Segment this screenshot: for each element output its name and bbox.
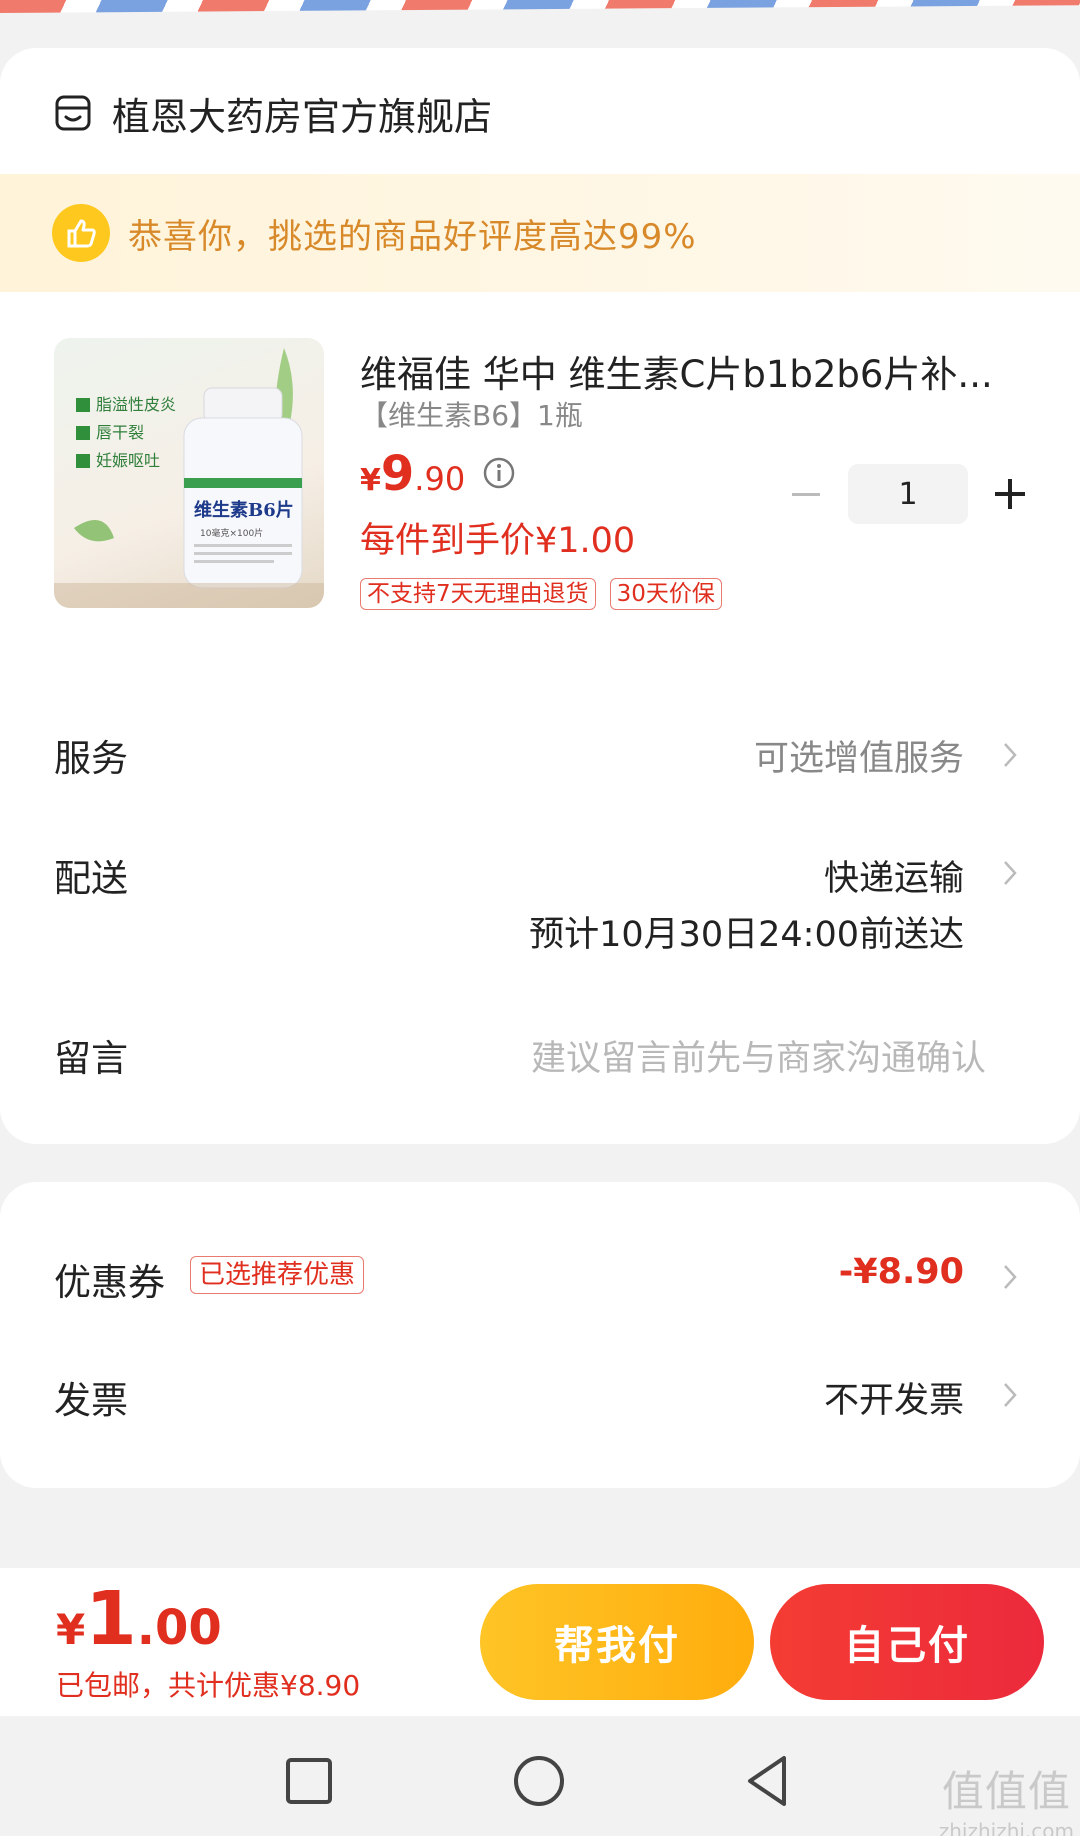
- message-input[interactable]: 建议留言前先与商家沟通确认: [531, 1030, 986, 1081]
- order-card: 植恩大药房官方旗舰店 恭喜你，挑选的商品好评度高达99% 脂溢性皮炎 唇干裂 妊…: [0, 48, 1080, 1144]
- decrement-button[interactable]: [786, 464, 826, 524]
- price-symbol: ¥: [360, 463, 381, 498]
- thumbs-up-icon: [52, 204, 110, 262]
- image-text-4: 维生素B6片: [194, 499, 294, 521]
- tag-no-return: 不支持7天无理由退货: [360, 578, 596, 610]
- product-image[interactable]: 脂溢性皮炎 唇干裂 妊娠呕吐 维生素B6片 10毫克×100片: [54, 338, 324, 608]
- total-decimal: .00: [136, 1600, 222, 1656]
- delivery-method: 快递运输: [823, 859, 964, 899]
- message-label: 留言: [54, 1037, 128, 1080]
- quantity-stepper: 1: [786, 464, 1030, 524]
- info-icon[interactable]: [482, 456, 516, 490]
- final-price: 每件到手价¥1.00: [360, 521, 636, 561]
- total-symbol: ¥: [56, 1605, 86, 1654]
- home-icon[interactable]: [504, 1746, 574, 1816]
- image-text-2: 唇干裂: [96, 423, 144, 442]
- tag-price-protect: 30天价保: [609, 578, 722, 610]
- product-tags: 不支持7天无理由退货 30天价保: [360, 578, 722, 610]
- store-name: 植恩大药房官方旗舰店: [112, 94, 493, 139]
- delivery-eta: 预计10月30日24:00前送达: [529, 915, 964, 955]
- rating-text: 恭喜你，挑选的商品好评度高达99%: [128, 216, 697, 257]
- total-subtext: 已包邮，共计优惠¥8.90: [56, 1669, 361, 1702]
- shop-icon: [55, 95, 91, 131]
- total-integer: 1: [85, 1576, 137, 1662]
- rating-banner: 恭喜你，挑选的商品好评度高达99%: [0, 174, 1080, 292]
- invoice-value: 不开发票: [823, 1381, 964, 1421]
- self-pay-button[interactable]: 自己付: [770, 1584, 1044, 1700]
- increment-button[interactable]: [990, 464, 1030, 524]
- watermark-logo: 值值值: [941, 1767, 1071, 1816]
- image-text-1: 脂溢性皮炎: [96, 395, 176, 414]
- service-value: 可选增值服务: [753, 739, 964, 779]
- product-price: ¥ 9 .90: [360, 446, 465, 502]
- quantity-value[interactable]: 1: [848, 464, 968, 524]
- product-image-art: 脂溢性皮炎 唇干裂 妊娠呕吐 维生素B6片 10毫克×100片: [54, 348, 324, 608]
- watermark-url: zhizhizhi.com: [938, 1819, 1074, 1836]
- back-icon[interactable]: [734, 1746, 804, 1816]
- help-pay-button[interactable]: 帮我付: [480, 1584, 754, 1700]
- airmail-border: [0, 0, 1080, 13]
- invoice-label: 发票: [54, 1379, 128, 1422]
- watermark: 值值值 zhizhizhi.com: [939, 1758, 1074, 1836]
- service-label: 服务: [54, 737, 128, 780]
- chevron-right-icon: [1004, 861, 1017, 885]
- product-variant[interactable]: 【维生素B6】1瓶: [360, 394, 583, 434]
- image-text-3: 妊娠呕吐: [96, 451, 160, 470]
- product-title[interactable]: 维福佳 华中 维生素C片b1b2b6片补...: [360, 344, 1020, 398]
- coupon-badge: 已选推荐优惠: [190, 1256, 365, 1294]
- coupon-label: 优惠券: [54, 1261, 165, 1304]
- image-text-5: 10毫克×100片: [200, 527, 263, 539]
- price-integer: 9: [380, 446, 415, 502]
- delivery-label: 配送: [54, 857, 128, 900]
- price-decimal: .90: [414, 460, 466, 498]
- store-header[interactable]: 植恩大药房官方旗舰店: [54, 88, 493, 139]
- discount-card: 优惠券 已选推荐优惠 -¥8.90 发票 不开发票: [0, 1182, 1080, 1488]
- chevron-right-icon: [1004, 1383, 1017, 1407]
- chevron-right-icon: [1004, 1265, 1017, 1289]
- chevron-right-icon: [1004, 743, 1017, 767]
- coupon-value: -¥8.90: [838, 1252, 964, 1292]
- checkout-bar: ¥ 1 .00 已包邮，共计优惠¥8.90 帮我付 自己付: [0, 1568, 1080, 1716]
- system-nav-bar: 值值值 zhizhizhi.com: [0, 1716, 1080, 1836]
- total-price: ¥ 1 .00: [56, 1576, 222, 1662]
- recent-apps-icon[interactable]: [274, 1746, 344, 1816]
